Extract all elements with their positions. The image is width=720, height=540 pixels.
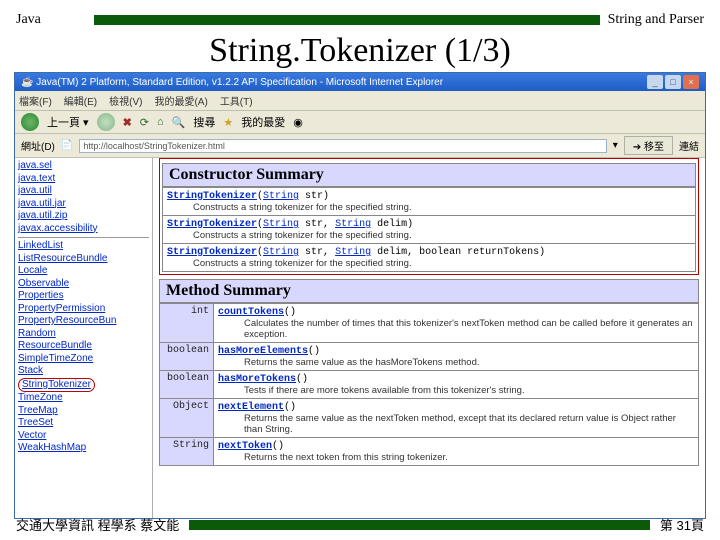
dropdown-icon[interactable]: ▾ [613,140,618,151]
pkg-link[interactable]: java.util.jar [18,198,149,211]
ctor-sig[interactable]: StringTokenizer(String str) [167,191,329,202]
class-link[interactable]: PropertyPermission [18,303,149,316]
menu-tools[interactable]: 工具(T) [220,93,253,108]
method-desc: Returns the next token from this string … [218,452,694,463]
close-button[interactable]: × [683,75,699,89]
method-sig[interactable]: nextToken() [218,441,284,452]
window-buttons: _ □ × [647,75,699,89]
class-link[interactable]: ListResourceBundle [18,253,149,266]
class-link-selected[interactable]: StringTokenizer [18,378,95,393]
pkg-link[interactable]: java.util.zip [18,210,149,223]
method-sig[interactable]: hasMoreTokens() [218,374,308,385]
class-link[interactable]: TimeZone [18,392,149,405]
method-desc: Returns the same value as the hasMoreTok… [218,357,694,368]
class-link[interactable]: Locale [18,265,149,278]
method-desc: Calculates the number of times that this… [218,318,694,340]
ie-window: ☕ Java(TM) 2 Platform, Standard Edition,… [14,72,706,519]
ctor-desc: Constructs a string tokenizer for the sp… [167,230,691,241]
class-link[interactable]: ResourceBundle [18,340,149,353]
constructor-summary-title: Constructor Summary [162,163,696,187]
footer-right: 第 31頁 [660,515,704,534]
favorites-button[interactable]: 我的最愛 [241,114,285,130]
ie-addressbar: 網址(D) 📄 http://localhost/StringTokenizer… [15,134,705,158]
ie-titlebar: ☕ Java(TM) 2 Platform, Standard Edition,… [15,73,705,91]
links-label[interactable]: 連結 [679,138,699,153]
go-button[interactable]: ➔ 移至 [624,136,673,155]
page-icon: 📄 [61,140,73,151]
class-link[interactable]: TreeMap [18,405,149,418]
ie-body: java.sel java.text java.util java.util.j… [15,158,705,518]
search-icon[interactable]: 🔍 [172,116,186,129]
constructor-table: StringTokenizer(String str) Constructs a… [162,187,696,272]
class-link[interactable]: Observable [18,278,149,291]
class-link[interactable]: Random [18,328,149,341]
pkg-link[interactable]: java.sel [18,160,149,173]
method-sig[interactable]: hasMoreElements() [218,346,320,357]
method-sig[interactable]: countTokens() [218,307,296,318]
class-link[interactable]: WeakHashMap [18,442,149,455]
footer-bar [189,520,650,530]
class-link[interactable]: Properties [18,290,149,303]
minimize-button[interactable]: _ [647,75,663,89]
home-icon[interactable]: ⌂ [157,116,164,128]
pkg-link[interactable]: javax.accessibility [18,223,149,236]
table-row: Object nextElement() Returns the same va… [160,399,699,438]
slide-header: Java String and Parser [0,0,720,28]
method-desc: Tests if there are more tokens available… [218,385,694,396]
table-row: StringTokenizer(String str, String delim… [163,244,696,272]
method-desc: Returns the same value as the nextToken … [218,413,694,435]
method-table: int countTokens() Calculates the number … [159,303,699,466]
address-label: 網址(D) [21,138,55,153]
method-sig[interactable]: nextElement() [218,402,296,413]
maximize-button[interactable]: □ [665,75,681,89]
ie-icon: ☕ [21,77,36,88]
sidebar: java.sel java.text java.util java.util.j… [15,158,153,518]
ie-window-title: Java(TM) 2 Platform, Standard Edition, v… [36,77,443,88]
forward-icon[interactable] [97,113,115,131]
slide-footer: 交通大學資訊 程學系 蔡文能 第 31頁 [0,515,720,534]
table-row: boolean hasMoreElements() Returns the sa… [160,343,699,371]
header-bar [94,15,600,25]
header-left: Java [16,12,86,28]
table-row: String nextToken() Returns the next toke… [160,438,699,466]
refresh-icon[interactable]: ⟳ [140,116,149,129]
class-link[interactable]: PropertyResourceBun [18,315,149,328]
pkg-link[interactable]: java.util [18,185,149,198]
menu-view[interactable]: 檢視(V) [109,93,142,108]
media-icon[interactable]: ◉ [293,116,303,129]
table-row: StringTokenizer(String str) Constructs a… [163,188,696,216]
ctor-desc: Constructs a string tokenizer for the sp… [167,258,691,269]
table-row: StringTokenizer(String str, String delim… [163,216,696,244]
menu-edit[interactable]: 編輯(E) [64,93,97,108]
class-link[interactable]: Stack [18,365,149,378]
back-button[interactable]: 上一頁 ▾ [47,114,89,130]
constructor-summary-box: Constructor Summary StringTokenizer(Stri… [159,158,699,275]
ctor-sig[interactable]: StringTokenizer(String str, String delim… [167,219,413,230]
favorites-icon[interactable]: ★ [223,116,233,129]
ctor-desc: Constructs a string tokenizer for the sp… [167,202,691,213]
pkg-link[interactable]: java.text [18,173,149,186]
table-row: int countTokens() Calculates the number … [160,304,699,343]
ctor-sig[interactable]: StringTokenizer(String str, String delim… [167,247,545,258]
class-link[interactable]: Vector [18,430,149,443]
table-row: boolean hasMoreTokens() Tests if there a… [160,371,699,399]
class-link[interactable]: TreeSet [18,417,149,430]
ie-toolbar: 上一頁 ▾ ✖ ⟳ ⌂ 🔍 搜尋 ★ 我的最愛 ◉ [15,111,705,134]
ie-menubar: 檔案(F) 編輯(E) 檢視(V) 我的最愛(A) 工具(T) [15,91,705,111]
address-input[interactable]: http://localhost/StringTokenizer.html [79,139,606,153]
stop-icon[interactable]: ✖ [123,116,132,129]
class-link[interactable]: SimpleTimeZone [18,353,149,366]
header-right: String and Parser [608,12,704,28]
slide-title: String.Tokenizer (1/3) [0,32,720,70]
back-icon[interactable] [21,113,39,131]
content-area: Constructor Summary StringTokenizer(Stri… [153,158,705,518]
menu-file[interactable]: 檔案(F) [19,93,52,108]
class-link[interactable]: LinkedList [18,240,149,253]
footer-left: 交通大學資訊 程學系 蔡文能 [16,515,179,534]
menu-fav[interactable]: 我的最愛(A) [154,93,207,108]
ie-icon-and-title: ☕ Java(TM) 2 Platform, Standard Edition,… [21,77,443,88]
method-summary-title: Method Summary [159,279,699,303]
search-button[interactable]: 搜尋 [193,114,215,130]
